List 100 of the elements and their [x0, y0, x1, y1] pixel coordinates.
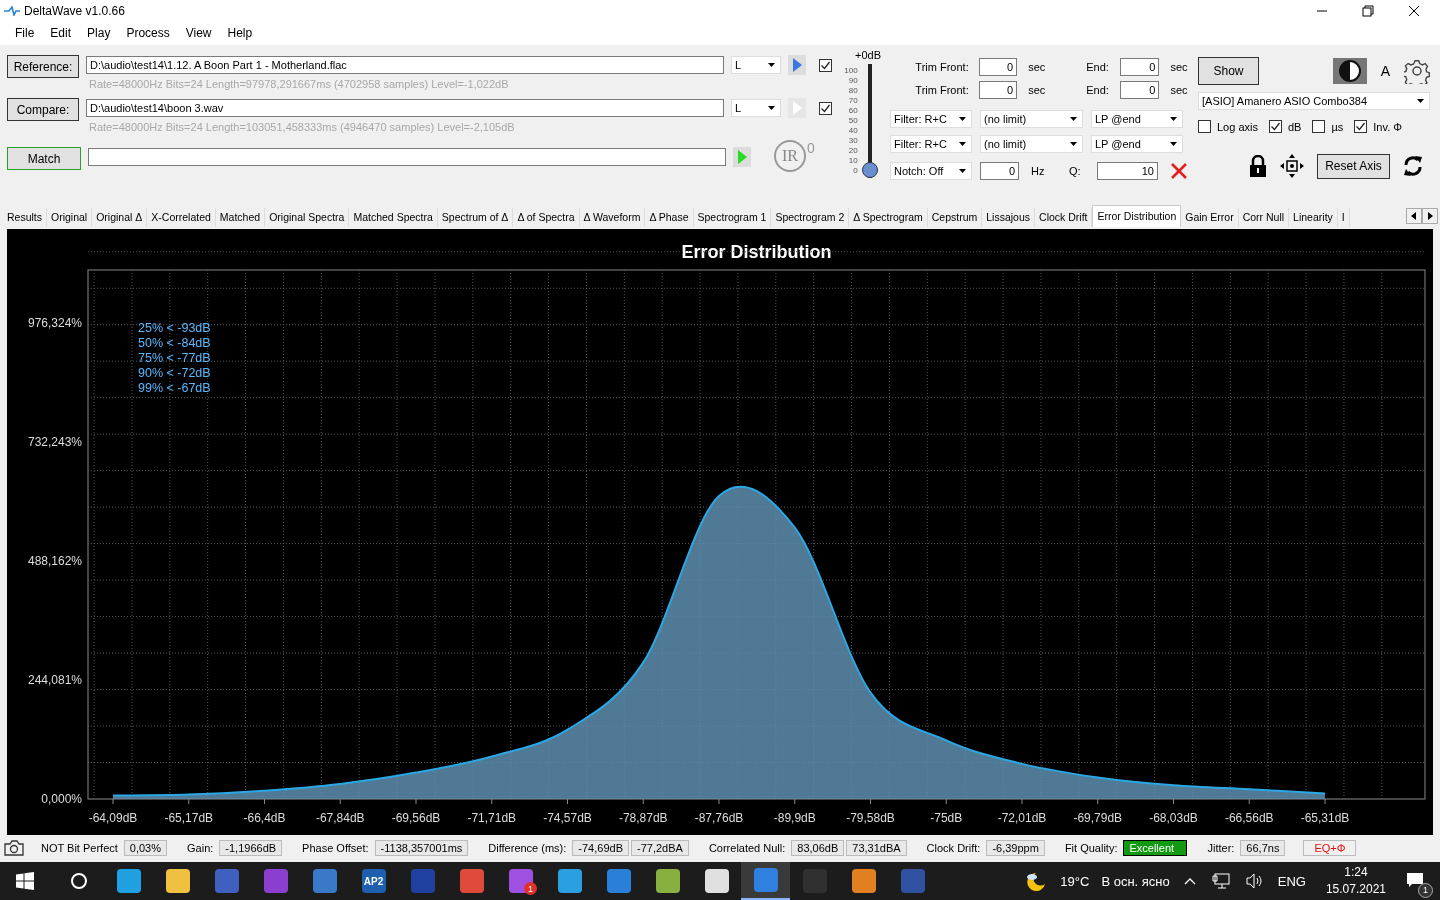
font-button[interactable]: A: [1380, 63, 1390, 80]
checkbox[interactable]: [1198, 120, 1211, 134]
contrast-icon[interactable]: [1332, 58, 1367, 85]
notification-count: 1: [1418, 882, 1433, 898]
file-path-field[interactable]: D:\audio\test14\boon 3.wav: [86, 99, 724, 118]
slider-thumb[interactable]: [861, 162, 878, 179]
menu-item[interactable]: File: [8, 26, 44, 41]
tab[interactable]: Corr Null: [1238, 207, 1290, 227]
tab[interactable]: Δ Spectrogram: [849, 207, 928, 227]
tab[interactable]: Matched: [215, 207, 266, 227]
limit-dropdown[interactable]: (no limit): [980, 134, 1083, 153]
unit-label: sec: [1027, 83, 1047, 96]
scale-label: 40: [847, 126, 858, 137]
file-path-field[interactable]: D:\audio\test14\1.12. A Boon Part 1 - Motherland.flac: [86, 56, 724, 75]
search-icon[interactable]: [70, 872, 88, 890]
tab[interactable]: Matched Spectra: [349, 207, 438, 227]
notifications-icon[interactable]: [1406, 871, 1424, 888]
y-tick-label: 244,081%: [27, 672, 82, 687]
checkbox[interactable]: [1312, 120, 1326, 134]
lock-icon[interactable]: [1249, 155, 1267, 178]
tab[interactable]: Gain Error: [1181, 207, 1239, 227]
checkbox[interactable]: [1269, 120, 1282, 134]
status-value: -77,2dBA: [631, 840, 689, 857]
menu-item[interactable]: Process: [119, 26, 179, 41]
tab[interactable]: Linearity: [1289, 207, 1338, 227]
refresh-icon[interactable]: [1402, 154, 1424, 179]
eq-indicator: EQ+Φ: [1303, 840, 1357, 857]
notch-dropdown[interactable]: Notch: Off: [890, 161, 972, 180]
end-field[interactable]: 0: [1119, 80, 1160, 99]
tab[interactable]: Original Spectra: [265, 207, 350, 227]
tab[interactable]: Original: [47, 207, 93, 227]
restore-icon[interactable]: [1362, 4, 1374, 17]
percentile-note: 99% < -67dB: [138, 380, 211, 395]
tab[interactable]: Results: [3, 207, 47, 227]
checkbox[interactable]: [1354, 120, 1368, 134]
checkbox[interactable]: [819, 58, 832, 72]
chevron-up-icon[interactable]: [1183, 877, 1196, 885]
limit-dropdown[interactable]: (no limit): [980, 109, 1083, 128]
x-tick-label: -71,71dB: [467, 810, 517, 825]
app-tile-icon: AP2: [361, 869, 386, 893]
scale-label: 80: [847, 86, 858, 97]
frequency-field[interactable]: 0: [980, 161, 1019, 180]
match-button[interactable]: Match: [7, 147, 81, 171]
tab[interactable]: X-Correlated: [147, 207, 216, 227]
settings-icon[interactable]: [1404, 58, 1430, 85]
scroll-right-icon[interactable]: [1422, 208, 1438, 224]
lowpass-dropdown[interactable]: LP @end: [1091, 109, 1183, 128]
windows-start-icon[interactable]: [16, 872, 34, 890]
caret-icon: [1070, 141, 1077, 146]
tab[interactable]: Error Distribution: [1092, 204, 1182, 227]
menu-item[interactable]: Play: [80, 26, 120, 41]
tab[interactable]: Δ Waveform: [579, 207, 646, 227]
channel-dropdown[interactable]: L: [731, 56, 781, 75]
channel-dropdown[interactable]: L: [731, 99, 781, 118]
tab[interactable]: Δ of Spectra: [513, 207, 580, 227]
x-tick-label: -69,79dB: [1073, 810, 1123, 825]
q-field[interactable]: 10: [1097, 161, 1158, 180]
play-icon[interactable]: [788, 55, 806, 76]
file-button[interactable]: Reference:: [7, 55, 79, 79]
lowpass-dropdown[interactable]: LP @end: [1091, 134, 1183, 153]
taskbar-app[interactable]: 1: [496, 862, 545, 900]
quality-indicator: Excellent: [1123, 840, 1188, 857]
tab[interactable]: Original Δ: [92, 207, 148, 227]
unit-label: Hz: [1030, 164, 1046, 177]
device-dropdown[interactable]: [ASIO] Amanero ASIO Combo384: [1198, 92, 1430, 111]
move-icon[interactable]: [1279, 153, 1305, 180]
trim-field[interactable]: 0: [978, 57, 1018, 76]
clock[interactable]: 1:24 15.07.2021: [1325, 864, 1386, 898]
scroll-left-icon[interactable]: [1406, 208, 1422, 224]
taskbar-app[interactable]: [741, 862, 790, 900]
file-button[interactable]: Compare:: [7, 98, 79, 122]
reset-axis-button[interactable]: Reset Axis: [1317, 153, 1390, 179]
filter-dropdown[interactable]: Filter: R+C: [890, 109, 972, 128]
camera-icon[interactable]: [3, 839, 25, 858]
close-icon[interactable]: [1408, 4, 1420, 17]
field-label: Q:: [1069, 164, 1082, 177]
taskbar-app[interactable]: AP2: [349, 862, 398, 900]
status-label: Jitter:: [1207, 842, 1235, 855]
tab[interactable]: Spectrum of Δ: [437, 207, 514, 227]
network-icon[interactable]: [1211, 873, 1230, 889]
chart-title: Error Distribution: [681, 241, 832, 262]
checkbox[interactable]: [819, 101, 832, 115]
tab[interactable]: Cepstrum: [927, 207, 983, 227]
tab[interactable]: Lissajous: [982, 207, 1036, 227]
language-indicator[interactable]: ENG: [1277, 873, 1306, 889]
menu-item[interactable]: Help: [220, 26, 262, 41]
tab[interactable]: Spectrogram 2: [771, 207, 850, 227]
tab[interactable]: Spectrogram 1: [693, 207, 772, 227]
show-button[interactable]: Show: [1198, 57, 1259, 86]
volume-label: +0dB: [855, 49, 881, 62]
speaker-icon[interactable]: [1245, 873, 1264, 889]
scale-label: 100: [844, 66, 858, 77]
tab[interactable]: I: [1337, 207, 1350, 227]
trim-field[interactable]: 0: [978, 80, 1018, 99]
end-field[interactable]: 0: [1119, 57, 1160, 76]
menu-item[interactable]: View: [178, 26, 221, 41]
field-label: End:: [1085, 60, 1109, 73]
menu-item[interactable]: Edit: [43, 26, 81, 41]
tab[interactable]: Δ Phase: [645, 207, 694, 227]
filter-dropdown[interactable]: Filter: R+C: [890, 134, 972, 153]
